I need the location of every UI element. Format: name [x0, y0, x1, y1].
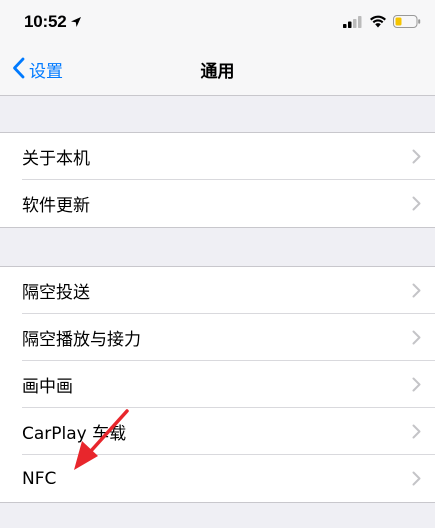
- location-arrow-icon: [70, 13, 82, 32]
- chevron-right-icon: [412, 471, 421, 486]
- chevron-right-icon: [412, 283, 421, 298]
- list-item-airplay-handoff[interactable]: 隔空播放与接力: [22, 314, 435, 361]
- status-time: 10:52: [24, 12, 67, 31]
- status-time-group: 10:52: [24, 12, 82, 32]
- list-item-about[interactable]: 关于本机: [22, 133, 435, 180]
- chevron-right-icon: [412, 330, 421, 345]
- list-item-label: 隔空投送: [22, 282, 90, 303]
- chevron-right-icon: [412, 196, 421, 211]
- back-button[interactable]: 设置: [12, 44, 63, 95]
- back-label: 设置: [29, 62, 63, 82]
- page-title: 通用: [200, 62, 235, 82]
- list-item-software-update[interactable]: 软件更新: [22, 180, 435, 227]
- list-item-nfc[interactable]: NFC: [22, 455, 435, 502]
- chevron-right-icon: [412, 149, 421, 164]
- status-bar: 10:52: [0, 0, 435, 44]
- list-item-label: NFC: [22, 468, 57, 489]
- navigation-bar: 设置 通用: [0, 44, 435, 96]
- list-item-label: 画中画: [22, 376, 73, 397]
- list-item-label: 软件更新: [22, 196, 90, 216]
- settings-group-1: 关于本机 软件更新: [0, 132, 435, 228]
- list-item-carplay[interactable]: CarPlay 车载: [22, 408, 435, 455]
- cellular-signal-icon: [343, 13, 363, 32]
- list-item-airdrop[interactable]: 隔空投送: [22, 267, 435, 314]
- settings-group-2: 隔空投送 隔空播放与接力 画中画 CarPlay 车载 NFC: [0, 266, 435, 503]
- list-item-picture-in-picture[interactable]: 画中画: [22, 361, 435, 408]
- battery-low-icon: [393, 13, 421, 32]
- list-item-label: 隔空播放与接力: [22, 329, 141, 350]
- chevron-right-icon: [412, 424, 421, 439]
- list-item-label: CarPlay 车载: [22, 423, 127, 444]
- wifi-icon: [369, 13, 387, 32]
- chevron-left-icon: [12, 57, 25, 83]
- list-item-label: 关于本机: [22, 148, 90, 169]
- status-icons: [343, 13, 421, 32]
- chevron-right-icon: [412, 377, 421, 392]
